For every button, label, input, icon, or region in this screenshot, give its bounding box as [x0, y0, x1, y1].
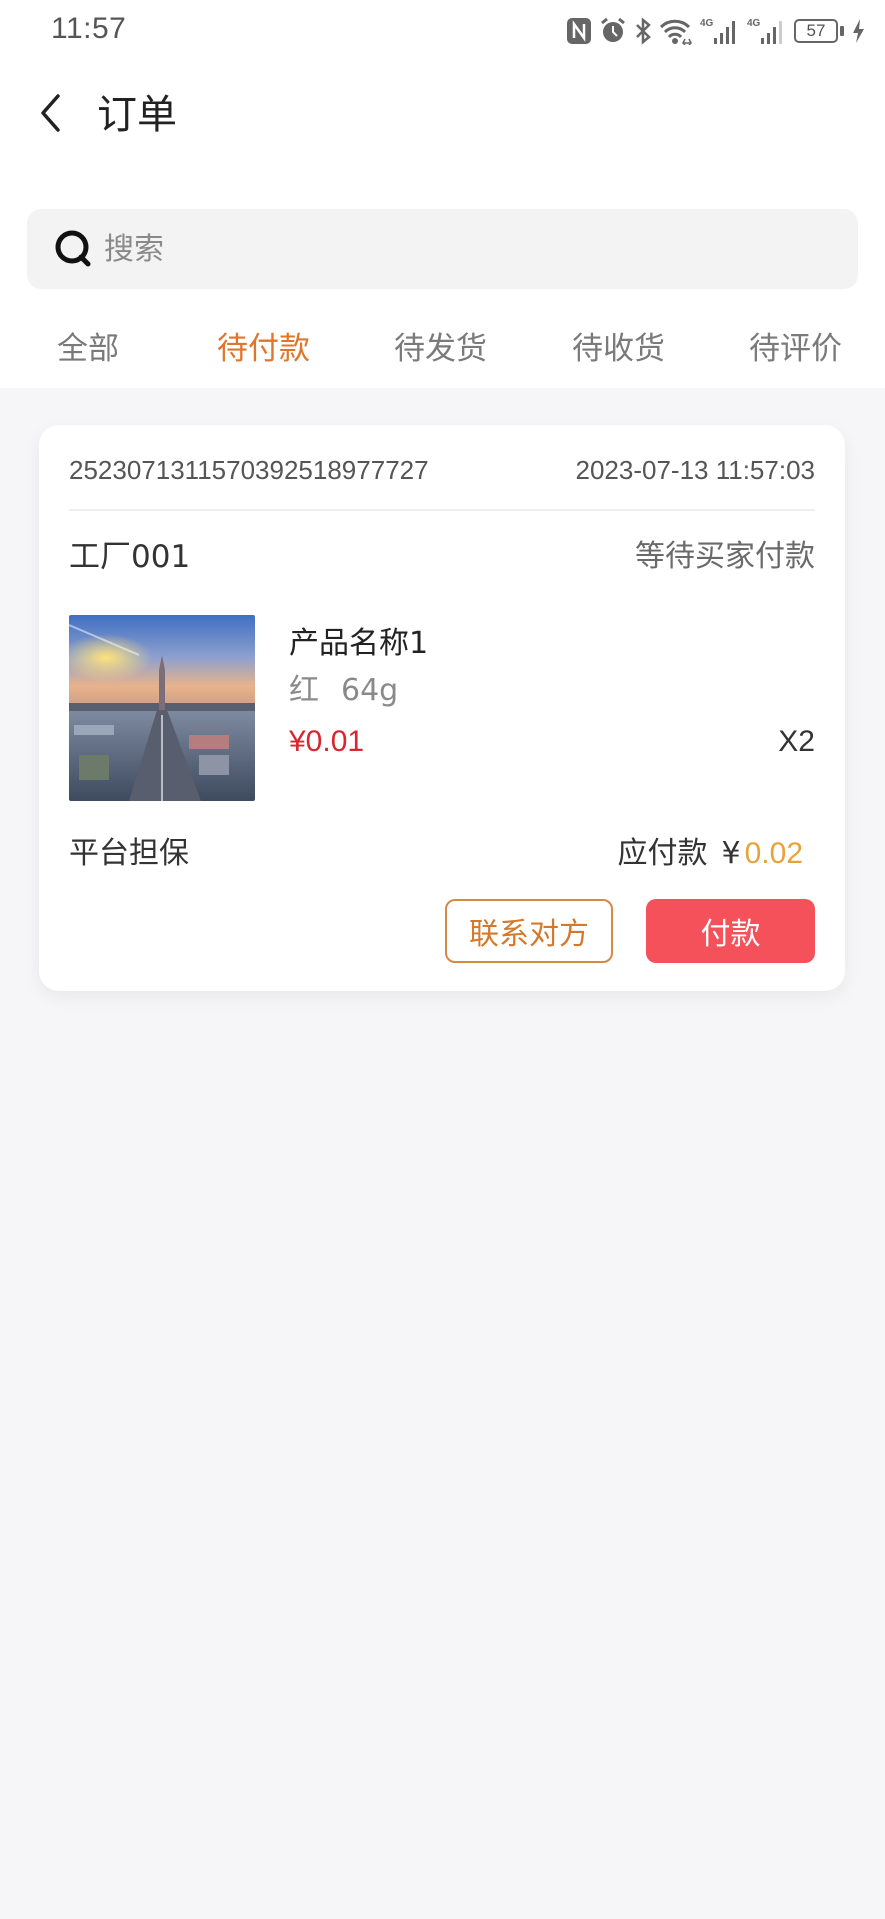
city-bridge-sunset-photo	[69, 615, 255, 801]
svg-text:4G: 4G	[700, 18, 714, 29]
back-button[interactable]	[30, 90, 70, 140]
search-input[interactable]	[104, 231, 804, 267]
currency-symbol: ¥	[721, 836, 741, 871]
pay-button[interactable]: 付款	[646, 899, 815, 963]
amount-due: 应付款 ¥0.02	[618, 828, 803, 872]
product-spec: 红 64g	[289, 665, 398, 709]
shop-name: 工厂001	[69, 539, 191, 575]
status-icons: 4G 4G 57	[566, 14, 865, 48]
charging-icon	[851, 18, 865, 44]
tab-pending-receipt[interactable]: 待收货	[572, 318, 665, 380]
page-title: 订单	[97, 92, 177, 138]
order-status: 等待买家付款	[635, 539, 815, 574]
alarm-icon	[599, 17, 627, 45]
status-bar: 11:57 4G 4G 57	[0, 0, 885, 62]
platform-guarantee: 平台担保	[69, 836, 189, 871]
divider	[69, 509, 815, 511]
svg-text:4G: 4G	[747, 18, 761, 29]
amount-due-value: 0.02	[744, 837, 803, 870]
status-time: 11:57	[51, 12, 127, 45]
order-number: 2523071311570392518977727	[69, 455, 429, 485]
tab-pending-review[interactable]: 待评价	[749, 318, 842, 380]
signal-4g-icon-2: 4G	[747, 16, 787, 46]
tab-pending-payment[interactable]: 待付款	[217, 318, 310, 380]
amount-due-label: 应付款	[617, 836, 708, 871]
bluetooth-icon	[634, 17, 652, 45]
quantity: X2	[778, 725, 815, 758]
wifi-icon	[659, 17, 693, 45]
order-time: 2023-07-13 11:57:03	[575, 455, 816, 485]
product-weight: 64g	[341, 673, 399, 708]
contact-seller-button[interactable]: 联系对方	[445, 899, 613, 963]
header: 订单	[0, 80, 885, 150]
nfc-icon	[566, 17, 592, 45]
signal-4g-icon: 4G	[700, 16, 740, 46]
battery-icon: 57	[794, 19, 844, 43]
product-name: 产品名称1	[289, 626, 429, 661]
product-color: 红	[289, 673, 319, 708]
chevron-left-icon	[38, 93, 62, 137]
search-icon	[54, 229, 94, 269]
battery-level: 57	[794, 19, 838, 43]
product-image[interactable]	[69, 615, 255, 801]
tab-pending-shipment[interactable]: 待发货	[394, 318, 487, 380]
tab-all[interactable]: 全部	[57, 318, 119, 380]
search-box[interactable]	[27, 209, 858, 289]
order-card[interactable]: 2523071311570392518977727 2023-07-13 11:…	[39, 425, 845, 991]
order-tabs: 全部 待付款 待发货 待收货 待评价	[0, 318, 885, 380]
unit-price: ¥0.01	[289, 725, 365, 758]
